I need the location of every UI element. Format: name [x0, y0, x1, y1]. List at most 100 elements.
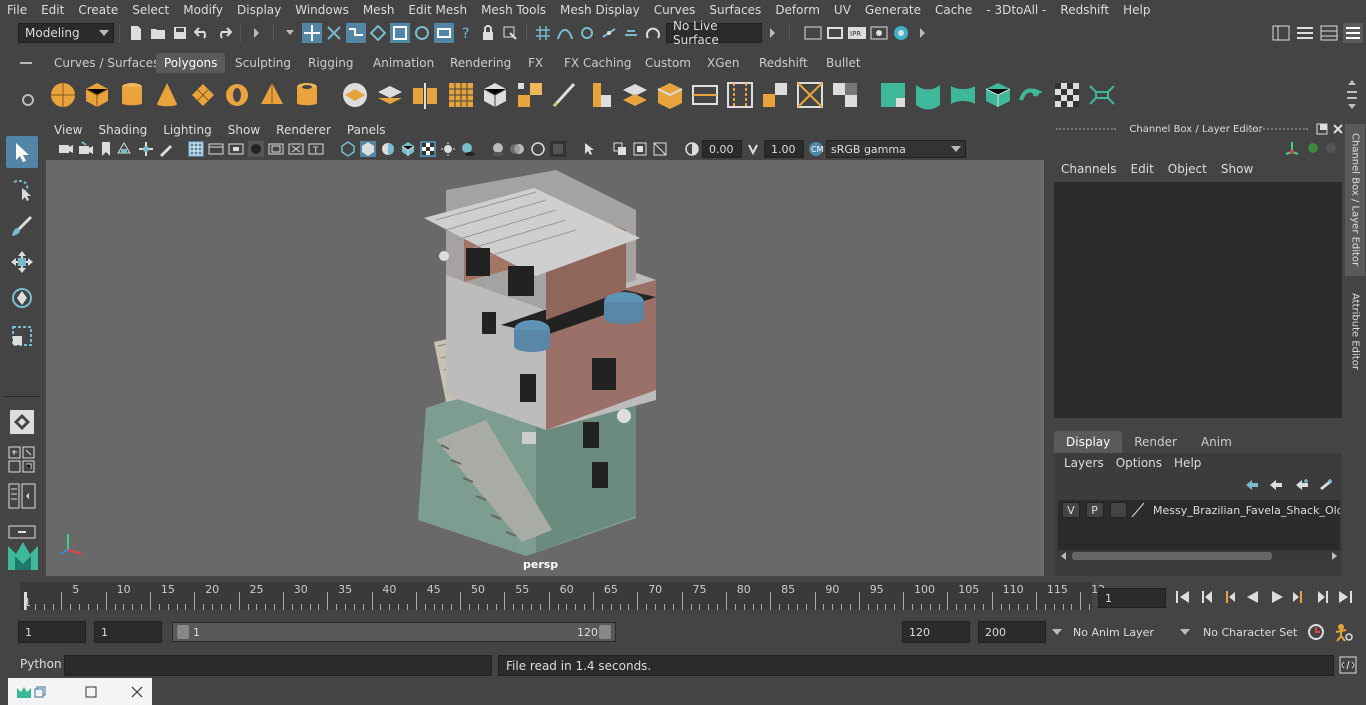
- mode-dropdown[interactable]: Modeling: [18, 23, 114, 43]
- auto-key-icon[interactable]: [1307, 623, 1325, 641]
- xray-components-icon[interactable]: [652, 141, 668, 157]
- xray-icon[interactable]: [612, 141, 628, 157]
- step-forward-key-icon[interactable]: [1290, 588, 1308, 606]
- side-tab-attribute-editor[interactable]: Attribute Editor: [1345, 286, 1365, 376]
- menu-file[interactable]: File: [0, 3, 34, 17]
- perspective-viewport[interactable]: persp: [46, 160, 1044, 576]
- menu-edit[interactable]: Edit: [34, 3, 71, 17]
- append-icon[interactable]: [655, 80, 685, 110]
- live-surface-arrow-icon[interactable]: [763, 23, 783, 43]
- multi-cut-icon[interactable]: [550, 80, 580, 110]
- tab-polygons[interactable]: Polygons: [156, 53, 226, 73]
- range-start-handle[interactable]: [177, 625, 189, 639]
- chevron-down-icon[interactable]: [1180, 629, 1190, 635]
- snap-grid-icon[interactable]: [533, 23, 553, 43]
- live-surface-field[interactable]: No Live Surface: [666, 19, 762, 47]
- menu-deform[interactable]: Deform: [768, 3, 827, 17]
- menu-generate[interactable]: Generate: [858, 3, 928, 17]
- move-tool-icon[interactable]: [6, 246, 38, 278]
- gate-mask-icon[interactable]: [248, 141, 264, 157]
- snap-view-plane-icon[interactable]: [599, 23, 619, 43]
- poly-plane-icon[interactable]: [188, 80, 218, 110]
- animation-preferences-icon[interactable]: [1334, 622, 1354, 642]
- select-by-hierarchy-icon[interactable]: [302, 23, 322, 43]
- time-ruler[interactable]: 1 5 10 15 20 25 30 35 40 45 50 55 60 65 70 75 80 85 90 95 1…: [20, 582, 1105, 610]
- uv-automatic-icon[interactable]: [983, 80, 1013, 110]
- go-to-start-icon[interactable]: [1174, 588, 1192, 606]
- channel-box-area[interactable]: [1054, 182, 1342, 418]
- bridge-icon[interactable]: [620, 80, 650, 110]
- tab-fx[interactable]: FX: [520, 53, 551, 73]
- viewport-menu-panels[interactable]: Panels: [339, 123, 394, 137]
- select-by-object-icon[interactable]: [324, 23, 344, 43]
- workspace-panels-icon[interactable]: [1319, 23, 1339, 43]
- step-back-key-icon[interactable]: [1220, 588, 1238, 606]
- move-layer-up-icon[interactable]: [1244, 478, 1260, 492]
- object-menu[interactable]: Object: [1161, 162, 1214, 176]
- menu-3dtoall[interactable]: - 3DtoAll -: [979, 3, 1053, 17]
- new-empty-layer-icon[interactable]: [1294, 478, 1310, 492]
- camera-attributes-icon[interactable]: [78, 141, 94, 157]
- show-menu[interactable]: Show: [1214, 162, 1260, 176]
- menu-edit-mesh[interactable]: Edit Mesh: [401, 3, 474, 17]
- undo-icon[interactable]: [192, 23, 212, 43]
- select-vertex-icon[interactable]: [368, 23, 388, 43]
- outliner-layout-icon[interactable]: [6, 480, 38, 512]
- snap-point-icon[interactable]: [577, 23, 597, 43]
- menu-windows[interactable]: Windows: [288, 3, 356, 17]
- scrollbar-thumb[interactable]: [1072, 552, 1272, 560]
- workspace-toggle-icon[interactable]: [1343, 23, 1363, 43]
- viewport-menu-lighting[interactable]: Lighting: [155, 123, 220, 137]
- chevron-down-icon[interactable]: [280, 23, 300, 43]
- shelf-settings-icon[interactable]: [22, 94, 34, 106]
- tab-anim[interactable]: Anim: [1189, 431, 1244, 453]
- menu-create[interactable]: Create: [71, 3, 125, 17]
- poly-cylinder-icon[interactable]: [117, 80, 147, 110]
- question-icon[interactable]: ?: [456, 23, 476, 43]
- select-uv-icon[interactable]: [434, 23, 454, 43]
- animation-end-field[interactable]: 200: [978, 621, 1046, 643]
- single-pane-layout-icon[interactable]: [6, 406, 38, 438]
- anim-layer-dropdown[interactable]: No Anim Layer: [1066, 621, 1170, 643]
- menu-cache[interactable]: Cache: [928, 3, 979, 17]
- exposure-field[interactable]: 0.00: [702, 140, 742, 158]
- image-plane-icon[interactable]: [116, 141, 132, 157]
- poly-sphere-icon[interactable]: [48, 80, 78, 110]
- use-all-lights-icon[interactable]: [440, 141, 456, 157]
- grease-pencil-icon[interactable]: [158, 141, 174, 157]
- command-input[interactable]: [64, 655, 492, 676]
- layer-playback-toggle[interactable]: P: [1085, 502, 1104, 518]
- menu-select[interactable]: Select: [125, 3, 176, 17]
- step-forward-frame-icon[interactable]: [1314, 588, 1332, 606]
- smooth-shade-icon[interactable]: [360, 141, 376, 157]
- open-scene-icon[interactable]: [148, 23, 168, 43]
- menu-sets-arrow-icon[interactable]: [247, 23, 267, 43]
- multisample-aa-icon[interactable]: [530, 141, 546, 157]
- tab-bullet[interactable]: Bullet: [818, 53, 869, 73]
- xray-joints-icon[interactable]: [632, 141, 648, 157]
- menu-surfaces[interactable]: Surfaces: [702, 3, 768, 17]
- menu-help[interactable]: Help: [1116, 3, 1157, 17]
- hypershade-icon[interactable]: [891, 23, 911, 43]
- gamma-field[interactable]: 1.00: [764, 140, 804, 158]
- edit-menu[interactable]: Edit: [1124, 162, 1161, 176]
- smooth-icon[interactable]: [446, 80, 476, 110]
- poly-pyramid-icon[interactable]: [257, 80, 287, 110]
- extrude-icon[interactable]: [515, 80, 545, 110]
- poly-pipe-icon[interactable]: [292, 80, 322, 110]
- playback-start-field[interactable]: 1: [94, 621, 162, 643]
- select-tool-icon[interactable]: [6, 136, 38, 168]
- menu-modify[interactable]: Modify: [176, 3, 230, 17]
- ipr-render-icon[interactable]: IPR: [847, 23, 867, 43]
- tab-sculpting[interactable]: Sculpting: [227, 53, 299, 73]
- snap-live-icon[interactable]: [643, 23, 663, 43]
- shelf-scroll-up-icon[interactable]: [1348, 80, 1356, 85]
- poly-cube-icon[interactable]: [82, 80, 112, 110]
- menu-mesh[interactable]: Mesh: [356, 3, 402, 17]
- tab-animation[interactable]: Animation: [365, 53, 442, 73]
- play-forwards-icon[interactable]: [1268, 588, 1286, 606]
- highlight-selection-icon[interactable]: [500, 23, 520, 43]
- snap-surface-icon[interactable]: [621, 23, 641, 43]
- select-edge-icon[interactable]: [390, 23, 410, 43]
- options-menu[interactable]: Options: [1110, 456, 1168, 470]
